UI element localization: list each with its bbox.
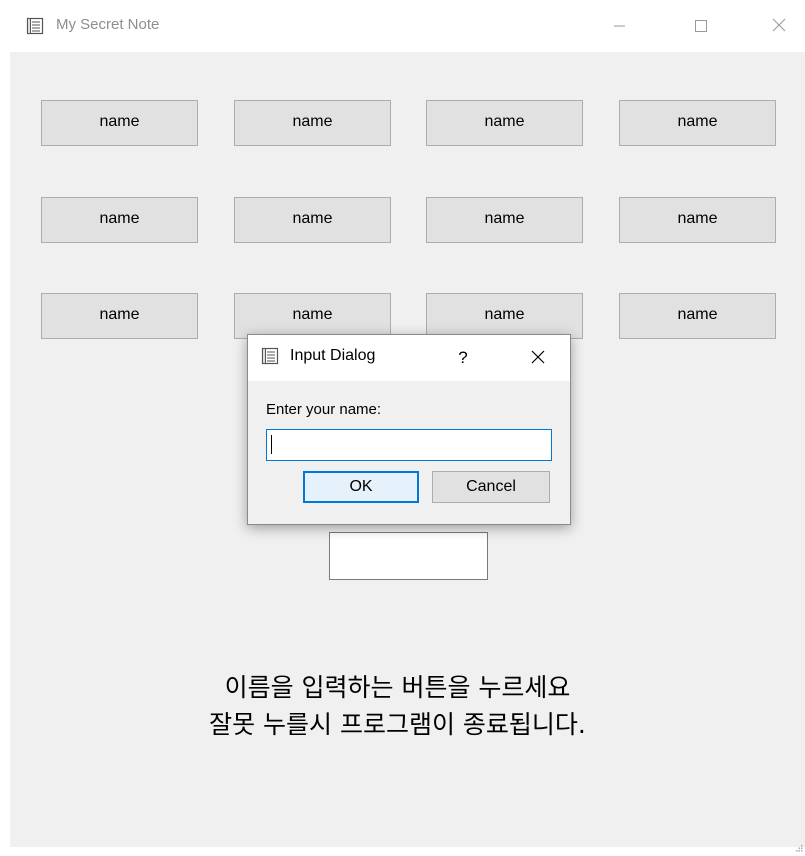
name-button-r1c3[interactable]: name [426, 100, 583, 146]
name-button-r3c4[interactable]: name [619, 293, 776, 339]
cancel-button[interactable]: Cancel [432, 471, 550, 503]
name-button-r1c4[interactable]: name [619, 100, 776, 146]
warning-text-line2: 잘못 누를시 프로그램이 종료됩니다. [209, 710, 586, 739]
name-button-r3c2[interactable]: name [234, 293, 391, 339]
instruction-text-line1: 이름을 입력하는 버튼을 누르세요 [224, 673, 571, 702]
name-button-r2c2[interactable]: name [234, 197, 391, 243]
dialog-title: Input Dialog [290, 347, 376, 364]
help-button[interactable]: ? [448, 335, 478, 381]
minimize-icon [614, 17, 626, 36]
title-bar[interactable]: My Secret Note [10, 0, 805, 52]
name-button-r2c4[interactable]: name [619, 197, 776, 243]
maximize-icon [695, 17, 707, 36]
minimize-button[interactable] [597, 0, 643, 52]
name-button-r1c1[interactable]: name [41, 100, 198, 146]
name-button-r1c2[interactable]: name [234, 100, 391, 146]
notepad-icon [261, 347, 279, 365]
name-button-r3c3[interactable]: name [426, 293, 583, 339]
text-caret [271, 435, 272, 454]
name-prompt-label: Enter your name: [266, 401, 382, 418]
name-button-r2c1[interactable]: name [41, 197, 198, 243]
resize-grip-icon[interactable] [795, 837, 803, 852]
input-dialog: Input Dialog ? Enter your name: OK Cance… [247, 334, 571, 525]
name-button-r2c3[interactable]: name [426, 197, 583, 243]
name-button-r3c1[interactable]: name [41, 293, 198, 339]
main-window: My Secret Note name name name name name … [10, 0, 805, 852]
maximize-button[interactable] [678, 0, 724, 52]
notepad-icon [26, 17, 44, 35]
name-input-field[interactable] [266, 429, 552, 461]
ok-button[interactable]: OK [303, 471, 419, 503]
close-icon [531, 349, 545, 368]
close-button[interactable] [756, 0, 802, 52]
empty-display-box [329, 532, 488, 580]
dialog-close-button[interactable] [518, 335, 558, 381]
window-title: My Secret Note [56, 16, 160, 33]
dialog-title-bar[interactable]: Input Dialog ? [248, 335, 570, 381]
close-icon [772, 17, 786, 36]
